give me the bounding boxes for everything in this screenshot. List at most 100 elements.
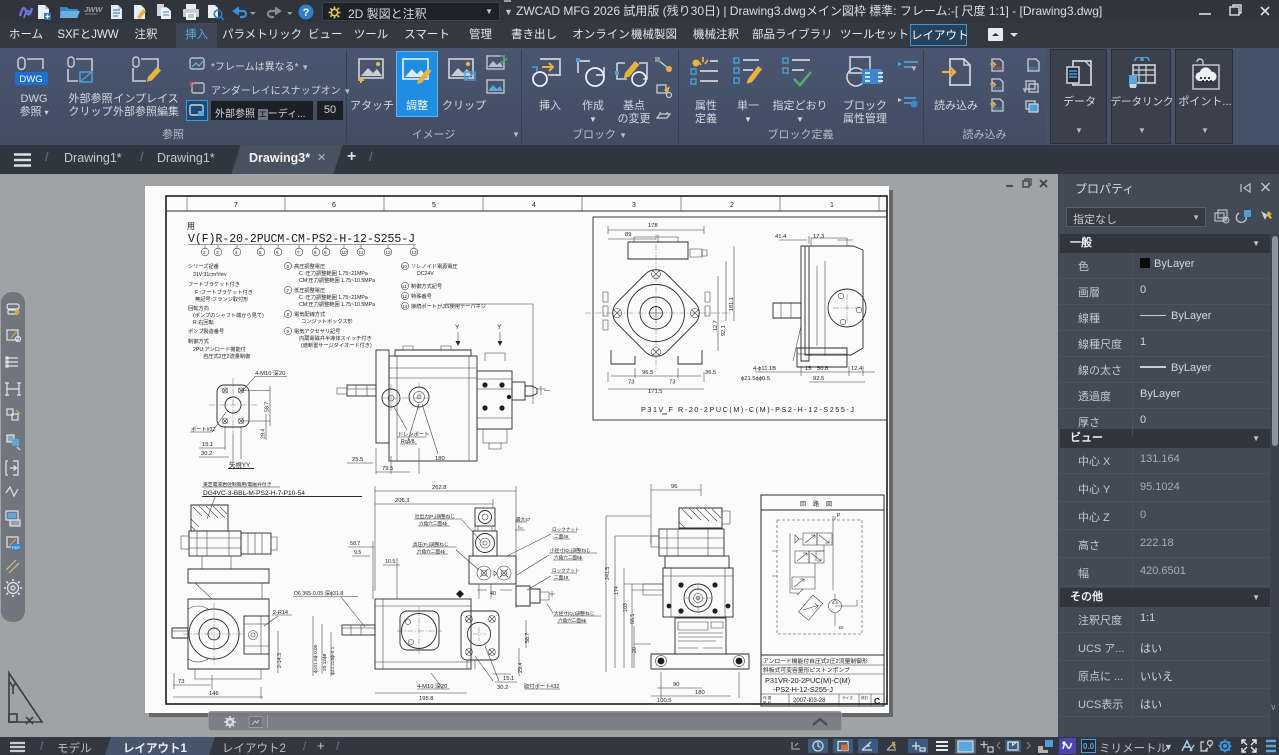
svg-text:41.4: 41.4: [775, 234, 787, 240]
svg-text:146: 146: [209, 691, 219, 697]
svg-text:(ポンプのシャフト端から見て): (ポンプのシャフト端から見て): [193, 311, 264, 319]
svg-text:CM:圧力調整範囲 1.75~10.5MPa: CM:圧力調整範囲 1.75~10.5MPa: [299, 300, 375, 308]
svg-text:7: 7: [287, 288, 290, 293]
svg-text:特殊番号: 特殊番号: [411, 292, 432, 300]
svg-text:制御方式記号: 制御方式記号: [411, 282, 442, 290]
svg-text:89: 89: [625, 232, 631, 238]
svg-text:10: 10: [342, 250, 348, 255]
svg-text:10.5: 10.5: [385, 559, 395, 565]
svg-text:5: 5: [259, 250, 262, 255]
svg-text:262.8: 262.8: [432, 485, 447, 491]
svg-text:フートブラケット付き: フートブラケット付き: [188, 280, 240, 288]
svg-text:8: 8: [314, 250, 317, 255]
svg-text:58.7: 58.7: [265, 402, 271, 412]
svg-text:サイズ: サイズ: [842, 695, 853, 700]
svg-text:100.5: 100.5: [657, 698, 672, 704]
svg-text:高圧調整電圧: 高圧調整電圧: [294, 262, 325, 270]
svg-text:66.5: 66.5: [630, 614, 636, 624]
svg-text:R:右回転: R:右回転: [193, 318, 214, 326]
svg-text:31V:31cm³/rev: 31V:31cm³/rev: [193, 272, 227, 278]
svg-text:電気配線方式: 電気配線方式: [294, 310, 326, 318]
svg-text:12.4: 12.4: [851, 366, 863, 372]
svg-text:15.1: 15.1: [503, 676, 514, 682]
svg-text:171.5: 171.5: [648, 389, 663, 395]
svg-text:DGN: DGN: [1029, 66, 1039, 71]
svg-text:3: 3: [216, 250, 219, 255]
svg-text:ϕ101.6ϕ-0.05: ϕ101.6ϕ-0.05: [313, 644, 319, 673]
svg-text:IFC: IFC: [994, 86, 1002, 91]
svg-text:アンロード機能付自圧式2圧2流量制御形: アンロード機能付自圧式2圧2流量制御形: [763, 657, 868, 665]
svg-text:(遮断雷サージダイオード付き): (遮断雷サージダイオード付き): [301, 341, 372, 349]
svg-text:92.5: 92.5: [813, 376, 824, 382]
svg-text:9.5: 9.5: [354, 550, 361, 556]
svg-text:73: 73: [669, 380, 675, 386]
svg-text:DC24V: DC24V: [417, 271, 434, 277]
svg-text:20: 20: [632, 647, 638, 653]
svg-text:15.1: 15.1: [202, 442, 213, 448]
svg-text:40: 40: [490, 591, 496, 597]
svg-text:96: 96: [671, 484, 677, 490]
svg-text:Y: Y: [455, 324, 460, 331]
svg-text:自圧式2圧2流量制御: 自圧式2圧2流量制御: [203, 352, 250, 360]
svg-text:6: 6: [287, 264, 290, 269]
svg-text:15: 15: [805, 366, 811, 372]
svg-text:P: P: [837, 513, 841, 519]
svg-text:電気アクセサリ記号: 電気アクセサリ記号: [294, 327, 340, 335]
svg-text:D6.365-0.05 深ϕ31.8: D6.365-0.05 深ϕ31.8: [294, 589, 343, 597]
svg-text:12: 12: [386, 250, 392, 255]
svg-text:9: 9: [287, 329, 290, 334]
svg-text:8: 8: [287, 312, 290, 317]
svg-text:4: 4: [235, 250, 238, 255]
svg-text:C :圧力調整範囲 1.75~21MPa: C :圧力調整範囲 1.75~21MPa: [299, 269, 368, 277]
svg-text:25.5: 25.5: [352, 457, 363, 463]
svg-text:低圧調整電圧: 低圧調整電圧: [294, 286, 325, 294]
svg-text:-PS2-H-12-S255-J: -PS2-H-12-S255-J: [773, 685, 833, 694]
svg-text:4-ϕ11.1B: 4-ϕ11.1B: [753, 366, 776, 372]
svg-text:回路図: 回路図: [800, 500, 839, 508]
svg-text:斜板式可変容量形ピストンポンプ: 斜板式可変容量形ピストンポンプ: [763, 666, 850, 674]
svg-text:PDF: PDF: [12, 545, 21, 550]
svg-text:5: 5: [432, 202, 436, 209]
svg-text:2007-Ⅰ03-28: 2007-Ⅰ03-28: [793, 698, 826, 704]
svg-text:CM:圧力調整範囲 1.75~10.5MPa: CM:圧力調整範囲 1.75~10.5MPa: [299, 276, 375, 284]
svg-text:2: 2: [203, 250, 206, 255]
svg-text:回転方向: 回転方向: [188, 304, 209, 312]
svg-text:11: 11: [402, 284, 407, 289]
svg-text:DG4VC-3-BBL-M-PS2-H-7-P10-54: DG4VC-3-BBL-M-PS2-H-7-P10-54: [203, 490, 305, 497]
svg-text:30.2: 30.2: [497, 685, 508, 691]
svg-text:C :圧力調整範囲 1.75~21MPa: C :圧力調整範囲 1.75~21MPa: [299, 293, 368, 301]
svg-text:改訂: 改訂: [861, 695, 869, 700]
svg-text:73: 73: [628, 380, 634, 386]
svg-text:用: 用: [187, 222, 195, 231]
svg-text:DWG: DWG: [19, 74, 42, 85]
svg-text:4-M10 深20: 4-M10 深20: [255, 369, 285, 377]
svg-text:?: ?: [303, 7, 310, 19]
svg-text:4: 4: [532, 202, 536, 209]
svg-text:シリーズ記番: シリーズ記番: [188, 262, 220, 270]
svg-text:6: 6: [276, 250, 279, 255]
svg-text:96.5: 96.5: [642, 370, 653, 376]
svg-text:h=: h=: [518, 525, 524, 530]
svg-text:7: 7: [297, 250, 300, 255]
svg-text:30.2: 30.2: [201, 451, 212, 457]
svg-text:206.3: 206.3: [395, 498, 410, 504]
svg-text:2: 2: [730, 202, 734, 209]
svg-text:29.4: 29.4: [261, 429, 267, 439]
svg-text:50.8: 50.8: [817, 366, 828, 372]
svg-text:矢視YY: 矢視YY: [229, 460, 251, 469]
svg-text:P31VR-20-2PUC(M)-C(M): P31VR-20-2PUC(M)-C(M): [765, 676, 850, 685]
svg-text:Dr: Dr: [839, 625, 844, 630]
svg-text:PDF: PDF: [994, 66, 1003, 71]
svg-text:JWW: JWW: [84, 5, 103, 14]
svg-text:92.1: 92.1: [721, 325, 727, 336]
svg-text:内蔵電磁弁半導体スイッチ付き: 内蔵電磁弁半導体スイッチ付き: [299, 334, 372, 342]
svg-text:178: 178: [648, 223, 658, 229]
svg-text:195.8: 195.8: [419, 696, 434, 702]
svg-text:36.5: 36.5: [705, 370, 716, 376]
svg-text:作 図: 作 図: [763, 695, 772, 700]
svg-text:設 計: 設 計: [763, 700, 772, 705]
svg-text:79.5: 79.5: [382, 466, 393, 472]
svg-text:無記号:フランジ取付形: 無記号:フランジ取付形: [195, 295, 249, 303]
svg-text:Y: Y: [497, 324, 502, 331]
svg-text:P31V F R-20-2PUC(M)-C(M)-PS2-H: P31V F R-20-2PUC(M)-C(M)-PS2-H-12-S255-J: [641, 405, 854, 414]
